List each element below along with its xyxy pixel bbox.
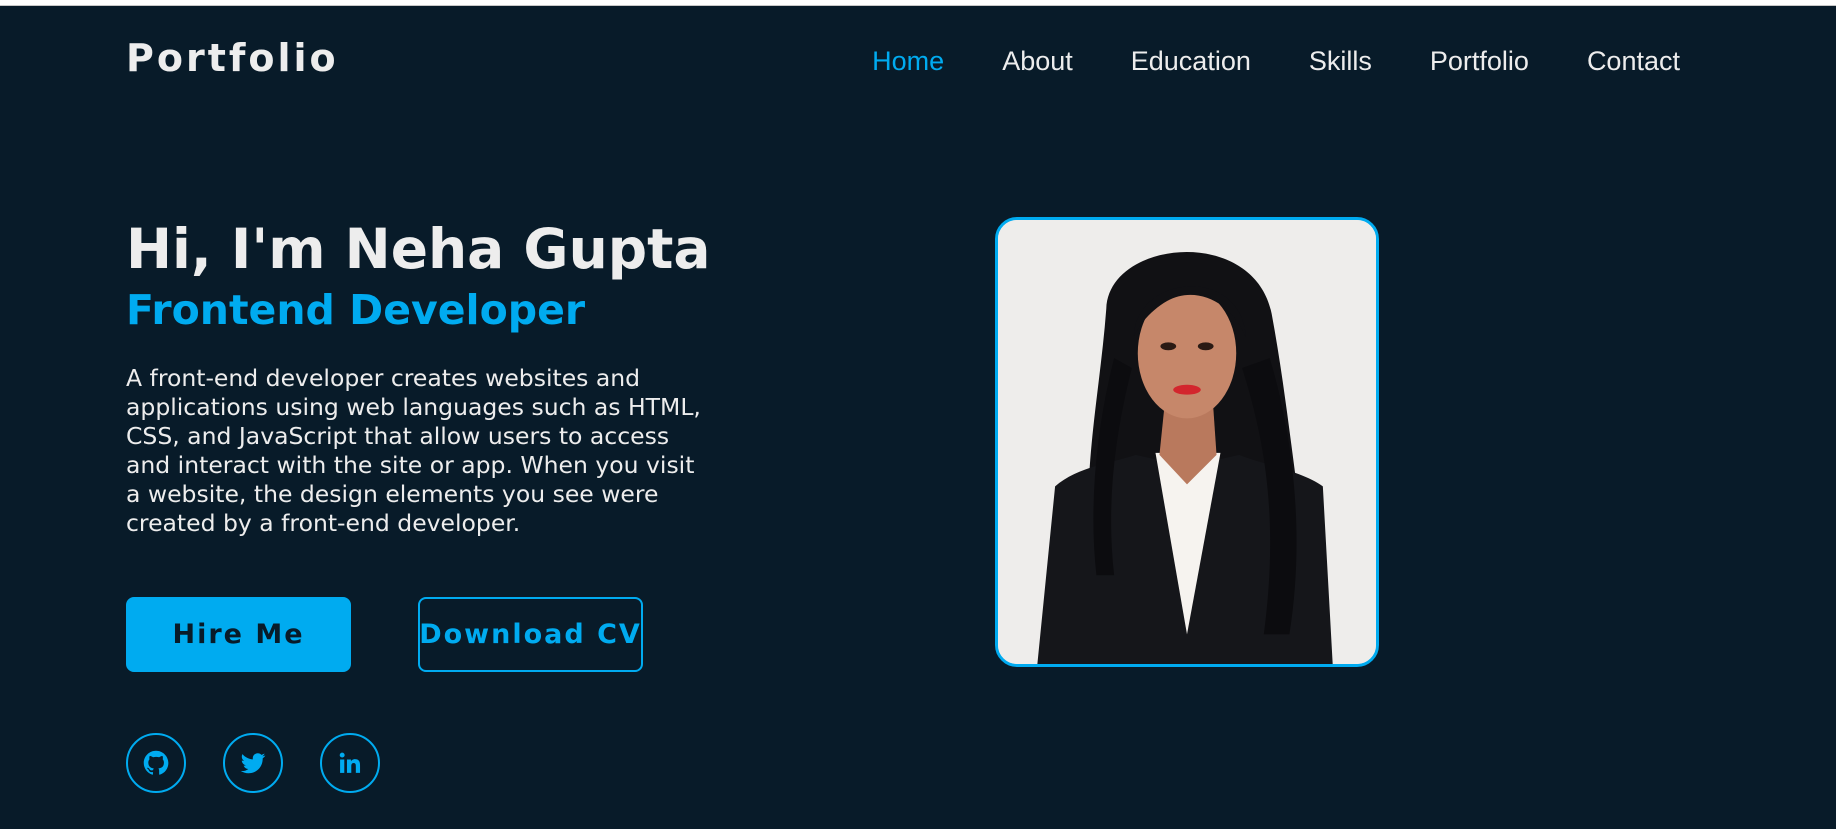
hire-me-button[interactable]: Hire Me: [126, 597, 351, 672]
linkedin-icon: [339, 752, 361, 773]
github-link[interactable]: [126, 733, 186, 793]
nav-contact[interactable]: Contact: [1587, 44, 1680, 78]
nav-home[interactable]: Home: [872, 44, 944, 78]
download-cv-button[interactable]: Download CV: [418, 597, 643, 672]
nav-education[interactable]: Education: [1131, 44, 1251, 78]
twitter-icon: [240, 753, 266, 774]
nav-portfolio[interactable]: Portfolio: [1430, 44, 1529, 78]
main-nav: Home About Education Skills Portfolio Co…: [872, 44, 1680, 78]
nav-skills[interactable]: Skills: [1309, 44, 1372, 78]
profile-photo: [995, 217, 1379, 667]
hero-role: Frontend Developer: [126, 286, 586, 334]
github-icon: [143, 750, 169, 775]
profile-photo-illustration: [998, 220, 1376, 664]
hero-greeting: Hi, I'm Neha Gupta: [126, 217, 711, 281]
brand-logo[interactable]: Portfolio: [126, 36, 339, 80]
hero-bio: A front-end developer creates websites a…: [126, 364, 701, 537]
browser-top-strip: [0, 0, 1836, 6]
nav-about[interactable]: About: [1002, 44, 1073, 78]
twitter-link[interactable]: [223, 733, 283, 793]
linkedin-link[interactable]: [320, 733, 380, 793]
